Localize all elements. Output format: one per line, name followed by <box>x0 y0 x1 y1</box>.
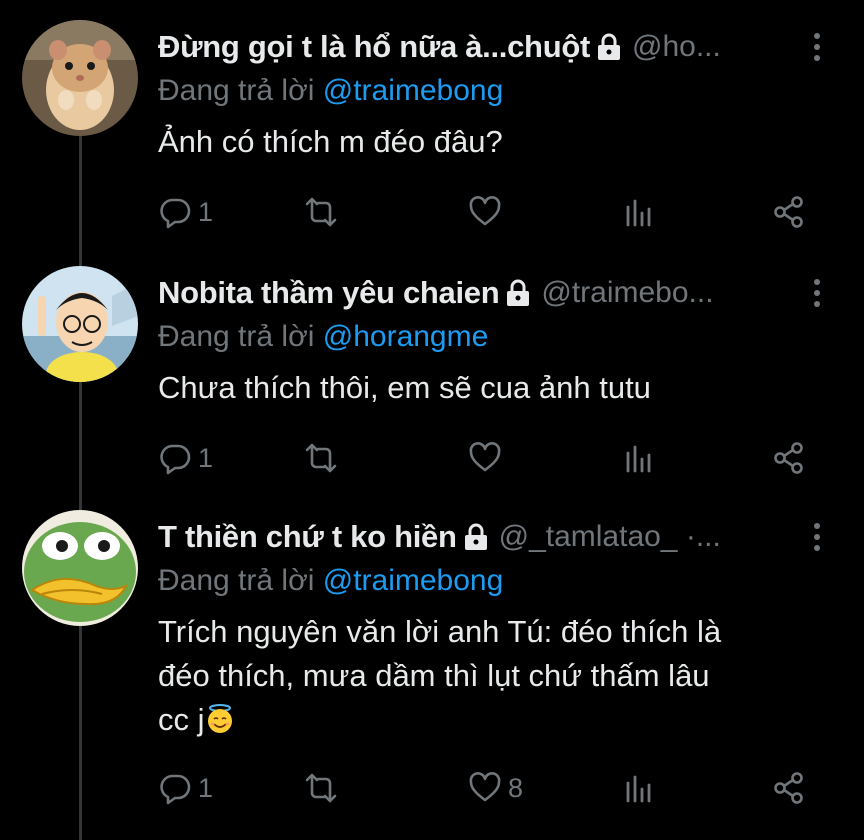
reply-icon <box>160 198 191 229</box>
reply-label: Đang trả lời <box>158 320 315 353</box>
hamster-avatar[interactable] <box>22 20 138 136</box>
tweet-text-line: Trích nguyên văn lời anh Tú: đéo thích l… <box>158 614 722 649</box>
share-icon <box>774 442 803 474</box>
heart-icon <box>469 442 501 472</box>
share-icon <box>774 196 803 228</box>
retweet-button[interactable] <box>304 768 338 808</box>
reply-mention-link[interactable]: @traimebong <box>323 564 504 597</box>
handle[interactable]: @traimebo... <box>541 276 713 310</box>
retweet-icon <box>305 773 337 803</box>
retweet-button[interactable] <box>304 192 338 232</box>
nobita-avatar[interactable] <box>22 266 138 382</box>
action-bar: 1 <box>158 438 864 478</box>
analytics-button[interactable] <box>622 192 656 232</box>
reply-count: 1 <box>198 196 214 227</box>
share-icon <box>774 772 803 804</box>
share-button[interactable] <box>772 438 806 478</box>
tweet-text-line: cc j <box>158 698 864 742</box>
lock-icon <box>507 279 530 306</box>
reply-context: Đang trả lời @traimebong <box>158 70 864 112</box>
reply-count: 1 <box>198 772 214 803</box>
reply-mention-link[interactable]: @horangme <box>323 320 489 353</box>
heart-icon <box>469 196 501 226</box>
frog-avatar[interactable] <box>22 510 138 626</box>
reply-context: Đang trả lời @traimebong <box>158 560 864 602</box>
tweet-text: Trích nguyên văn lời anh Tú: đéo thích l… <box>158 610 864 742</box>
nobita-image <box>22 266 138 382</box>
retweet-icon <box>305 197 337 227</box>
display-name[interactable]: Đừng gọi t là hổ nữa à...chuột <box>158 29 590 65</box>
more-options-icon[interactable] <box>810 28 824 66</box>
handle[interactable]: @ho... <box>632 30 721 64</box>
tweet-text-fragment: cc j <box>158 702 205 737</box>
tweet-text-line: đéo thích, mưa dầm thì lụt chứ thấm lâu <box>158 658 710 693</box>
like-count: 8 <box>508 772 524 803</box>
analytics-button[interactable] <box>622 438 656 478</box>
reply-label: Đang trả lời <box>158 74 315 107</box>
tweet-text: Chưa thích thôi, em sẽ cua ảnh tutu <box>158 370 651 405</box>
handle[interactable]: @_tamlatao_ ·... <box>499 520 721 554</box>
heart-icon <box>469 772 501 802</box>
retweet-button[interactable] <box>304 438 338 478</box>
analytics-icon <box>626 775 651 803</box>
reply-context: Đang trả lời @horangme <box>158 316 864 358</box>
thread-line <box>79 124 82 840</box>
retweet-icon <box>305 443 337 473</box>
frog-image <box>22 510 138 626</box>
reply-icon <box>160 774 191 805</box>
lock-icon <box>598 33 620 60</box>
reply-icon <box>160 444 191 475</box>
reply-mention-link[interactable]: @traimebong <box>323 74 504 107</box>
reply-button[interactable]: 1 <box>158 768 213 808</box>
display-name[interactable]: T thiền chứ t ko hiền <box>158 519 457 555</box>
like-button[interactable] <box>468 438 508 478</box>
display-name[interactable]: Nobita thầm yêu chaien <box>158 275 500 311</box>
reply-button[interactable]: 1 <box>158 192 213 232</box>
analytics-icon <box>626 199 651 227</box>
like-button[interactable]: 8 <box>468 768 523 808</box>
action-bar: 1 8 <box>158 768 864 808</box>
action-bar: 1 <box>158 192 864 232</box>
share-button[interactable] <box>772 768 806 808</box>
more-options-icon[interactable] <box>810 518 824 556</box>
analytics-icon <box>626 445 651 473</box>
share-button[interactable] <box>772 192 806 232</box>
smiling-face-with-halo-icon <box>207 704 232 733</box>
reply-label: Đang trả lời <box>158 564 315 597</box>
tweet-text: Ảnh có thích m đéo đâu? <box>158 124 503 159</box>
reply-count: 1 <box>198 442 214 473</box>
like-button[interactable] <box>468 192 508 232</box>
reply-button[interactable]: 1 <box>158 438 213 478</box>
more-options-icon[interactable] <box>810 274 824 312</box>
hamster-image <box>22 20 138 136</box>
lock-icon <box>464 523 487 550</box>
analytics-button[interactable] <box>622 768 656 808</box>
